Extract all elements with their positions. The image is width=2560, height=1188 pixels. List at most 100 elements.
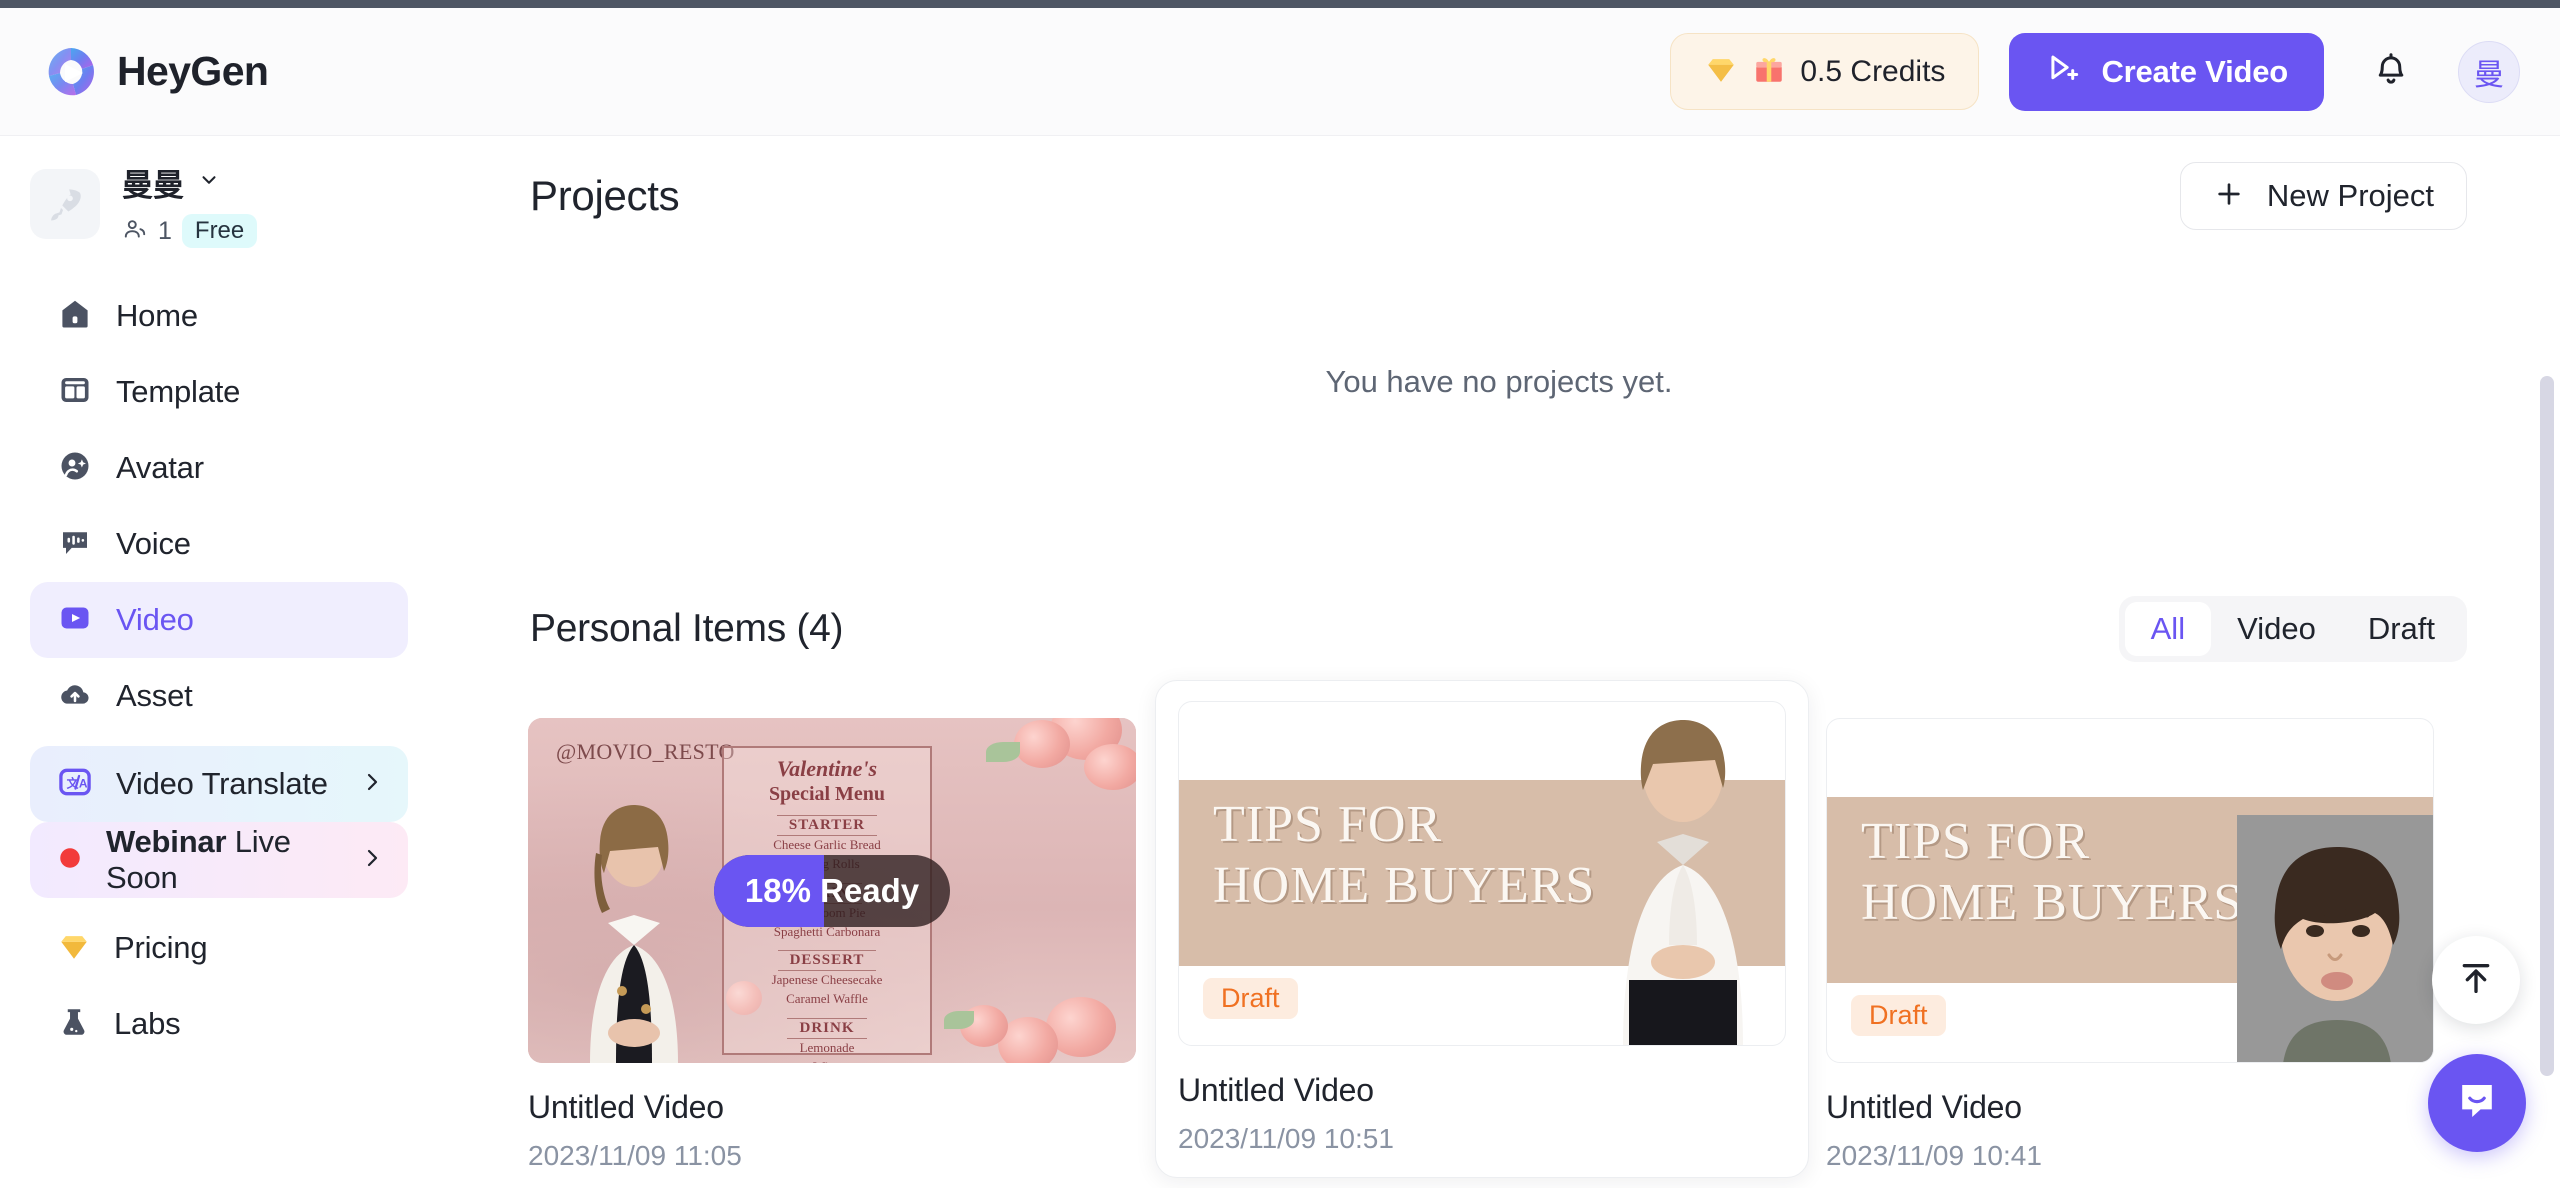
new-project-label: New Project (2266, 178, 2434, 213)
sidebar-item-home[interactable]: Home (30, 278, 408, 354)
browser-chrome-strip (0, 0, 2560, 8)
leaf-decoration-icon (986, 742, 1020, 762)
page-scrollbar[interactable] (2540, 136, 2554, 1188)
sidebar-item-webinar[interactable]: Webinar Live Soon (30, 822, 408, 898)
sidebar-item-avatar[interactable]: Avatar (30, 430, 408, 506)
page-title: Projects (530, 172, 680, 219)
sidebar-item-label: Webinar Live Soon (106, 824, 360, 896)
chat-widget-button[interactable] (2428, 1054, 2526, 1152)
rose-decoration-icon (1014, 720, 1070, 768)
people-icon (122, 216, 148, 247)
menu-title-line2: Special Menu (768, 783, 886, 805)
render-progress-label: 18% Ready (744, 871, 920, 909)
sidebar-item-label: Asset (116, 678, 193, 713)
webinar-strong-label: Webinar (106, 824, 227, 859)
thumbnail-headline: TIPS FOR HOME BUYERS (1861, 811, 2261, 934)
avatar-sparkle-icon (57, 448, 93, 489)
sidebar-item-labs[interactable]: Labs (30, 986, 408, 1062)
headline-line2: HOME BUYERS (1213, 857, 1596, 915)
scroll-to-top-button[interactable] (2432, 936, 2520, 1024)
render-progress-badge: 18% Ready (714, 854, 950, 927)
sidebar-item-video[interactable]: Video (30, 582, 408, 658)
svg-text:A: A (79, 776, 88, 790)
presenter-figure (2237, 815, 2433, 1062)
create-video-label: Create Video (2101, 53, 2288, 89)
video-card[interactable]: TIPS FOR HOME BUYERS Draft Untitled Vide… (1155, 680, 1809, 1178)
menu-title-line1: Valentine's (776, 756, 878, 781)
diamond-icon (1704, 52, 1738, 91)
empty-projects-note: You have no projects yet. (1325, 364, 1673, 399)
brand-name: HeyGen (117, 48, 269, 94)
menu-item: Cheese Garlic Bread (773, 837, 881, 852)
workspace-plan-badge: Free (181, 214, 258, 248)
flask-icon (57, 1005, 91, 1044)
filter-tabs: All Video Draft (2118, 596, 2467, 662)
menu-section-head: DRINK (787, 1018, 867, 1040)
video-thumbnail[interactable]: TIPS FOR HOME BUYERS Draft (1826, 718, 2434, 1063)
scrollbar-thumb[interactable] (2540, 376, 2554, 1076)
filter-tab-all[interactable]: All (2124, 602, 2212, 656)
menu-item: Lemonade (799, 1040, 855, 1056)
rose-decoration-icon (1084, 744, 1136, 790)
template-icon (57, 372, 93, 413)
sidebar-item-label: Voice (116, 526, 191, 561)
chevron-right-icon (360, 770, 384, 799)
sidebar-item-voice[interactable]: Voice (30, 506, 408, 582)
bell-icon (2372, 50, 2410, 93)
new-project-button[interactable]: New Project (2179, 162, 2467, 230)
filter-tab-video[interactable]: Video (2211, 602, 2342, 656)
headline-line1: TIPS FOR (1213, 796, 1443, 853)
top-bar: HeyGen 0.5 Credits Create Video 曼 (0, 8, 2560, 136)
presenter-figure (1623, 720, 1743, 1045)
notifications-button[interactable] (2360, 41, 2422, 103)
cloud-upload-icon (57, 676, 93, 717)
card-title: Untitled Video (528, 1089, 724, 1125)
main-content: You have no projects yet. Projects New P… (438, 136, 2560, 1188)
presenter-figure (590, 805, 678, 1063)
credits-label: 0.5 Credits (1800, 54, 1946, 88)
projects-header: Projects New Project (438, 136, 2560, 256)
sidebar-item-label: Template (116, 374, 241, 409)
rocket-icon (30, 169, 100, 239)
chevron-right-icon (360, 846, 384, 875)
credits-pill[interactable]: 0.5 Credits (1670, 33, 1980, 110)
status-badge: Draft (1851, 995, 1946, 1036)
workspace-name-row: 曼曼 (122, 160, 257, 205)
sidebar-item-video-translate[interactable]: 文 A Video Translate (30, 746, 408, 822)
menu-item: Japenese Cheesecake (771, 972, 883, 988)
voice-waveform-icon (57, 524, 93, 565)
sidebar-item-template[interactable]: Template (30, 354, 408, 430)
menu-item: Wine (724, 1058, 930, 1063)
plus-icon (2213, 178, 2245, 215)
personal-items-header: Personal Items (4) All Video Draft (438, 596, 2560, 662)
workspace-text: 曼曼 1 Free (122, 160, 258, 248)
video-thumbnail[interactable]: TIPS FOR HOME BUYERS Draft (1178, 701, 1786, 1046)
user-avatar[interactable]: 曼 (2458, 40, 2520, 103)
leaf-decoration-icon (944, 1011, 974, 1029)
workspace-switcher[interactable]: 曼曼 1 Free (0, 136, 438, 248)
sidebar-item-label: Video (116, 602, 194, 637)
headline-line2: HOME BUYERS (1861, 874, 2244, 932)
gift-icon (1752, 52, 1786, 91)
create-video-button[interactable]: Create Video (2009, 32, 2324, 111)
home-icon (57, 296, 93, 337)
sidebar-item-label: Avatar (116, 450, 204, 485)
translate-icon: 文 A (57, 764, 93, 805)
brand-logo-group[interactable]: HeyGen (42, 43, 269, 101)
sidebar-item-label: Video Translate (116, 766, 328, 801)
card-title: Untitled Video (1178, 1072, 1374, 1108)
card-title: Untitled Video (1826, 1089, 2022, 1125)
sidebar-item-pricing[interactable]: Pricing (30, 910, 408, 986)
video-card[interactable]: @MOVIO_RESTO Valentine's Special Menu ST… (506, 698, 1160, 1188)
video-thumbnail[interactable]: @MOVIO_RESTO Valentine's Special Menu ST… (528, 718, 1136, 1063)
sidebar-item-asset[interactable]: Asset (30, 658, 408, 734)
video-play-icon (57, 600, 93, 641)
video-card[interactable]: TIPS FOR HOME BUYERS Draft Untitled Vide… (1804, 698, 2458, 1188)
workspace-name: 曼曼 (122, 168, 184, 203)
section-title: Personal Items (4) (530, 607, 844, 650)
chevron-down-icon[interactable] (198, 169, 220, 196)
workspace-member-count: 1 (158, 216, 172, 245)
top-bar-right-group: 0.5 Credits Create Video 曼 (1670, 32, 2520, 111)
arrow-to-top-icon (2456, 958, 2496, 1003)
filter-tab-draft[interactable]: Draft (2342, 602, 2461, 656)
